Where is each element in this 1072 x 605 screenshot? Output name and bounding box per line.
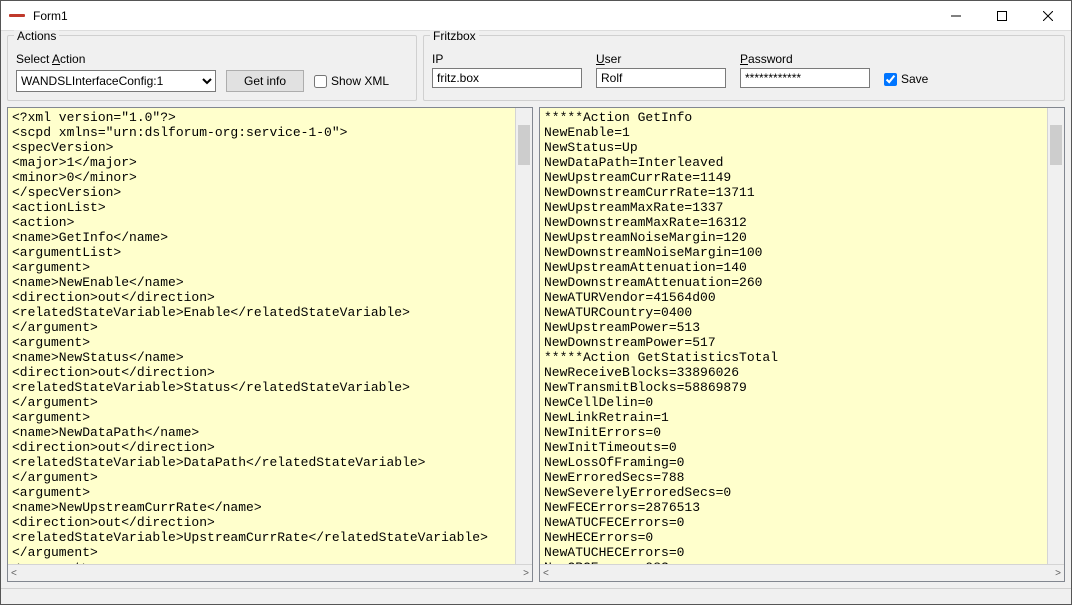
show-xml-label: Show XML (331, 74, 389, 88)
right-pane: *****Action GetInfo NewEnable=1 NewStatu… (539, 107, 1065, 582)
left-text[interactable]: <?xml version="1.0"?> <scpd xmlns="urn:d… (8, 108, 532, 581)
minimize-icon (951, 11, 961, 21)
fritzbox-legend: Fritzbox (430, 30, 479, 42)
app-window: Form1 Actions Select Action WANDSLInterf… (0, 0, 1072, 605)
toolbar: Actions Select Action WANDSLInterfaceCon… (1, 31, 1071, 107)
password-input[interactable] (740, 68, 870, 88)
save-checkbox[interactable]: Save (884, 72, 928, 86)
chevron-right-icon: > (1055, 568, 1061, 579)
password-label: Password (740, 52, 870, 66)
show-xml-input[interactable] (314, 75, 327, 88)
actions-group: Actions Select Action WANDSLInterfaceCon… (7, 35, 417, 101)
minimize-button[interactable] (933, 1, 979, 31)
left-hscroll[interactable]: < > (8, 564, 532, 581)
maximize-button[interactable] (979, 1, 1025, 31)
close-icon (1043, 11, 1053, 21)
titlebar: Form1 (1, 1, 1071, 31)
right-vscroll[interactable] (1047, 108, 1064, 564)
show-xml-checkbox[interactable]: Show XML (314, 74, 389, 88)
app-icon (9, 14, 25, 17)
right-hscroll[interactable]: < > (540, 564, 1064, 581)
save-label: Save (901, 72, 928, 86)
ip-label: IP (432, 52, 582, 66)
fritzbox-group: Fritzbox IP User Password Save (423, 35, 1065, 101)
get-info-button[interactable]: Get info (226, 70, 304, 92)
left-vscroll[interactable] (515, 108, 532, 564)
user-input[interactable] (596, 68, 726, 88)
chevron-right-icon: > (523, 568, 529, 579)
maximize-icon (997, 11, 1007, 21)
panes: <?xml version="1.0"?> <scpd xmlns="urn:d… (1, 107, 1071, 588)
window-title: Form1 (33, 9, 68, 23)
statusbar (1, 588, 1071, 604)
action-select[interactable]: WANDSLInterfaceConfig:1 (16, 70, 216, 92)
actions-legend: Actions (14, 30, 59, 42)
close-button[interactable] (1025, 1, 1071, 31)
left-vscroll-thumb[interactable] (518, 125, 530, 165)
chevron-left-icon: < (11, 568, 17, 579)
save-input[interactable] (884, 73, 897, 86)
chevron-left-icon: < (543, 568, 549, 579)
user-label: User (596, 52, 726, 66)
left-pane: <?xml version="1.0"?> <scpd xmlns="urn:d… (7, 107, 533, 582)
ip-input[interactable] (432, 68, 582, 88)
right-text[interactable]: *****Action GetInfo NewEnable=1 NewStatu… (540, 108, 1064, 581)
select-action-label: Select Action (16, 52, 408, 66)
right-vscroll-thumb[interactable] (1050, 125, 1062, 165)
